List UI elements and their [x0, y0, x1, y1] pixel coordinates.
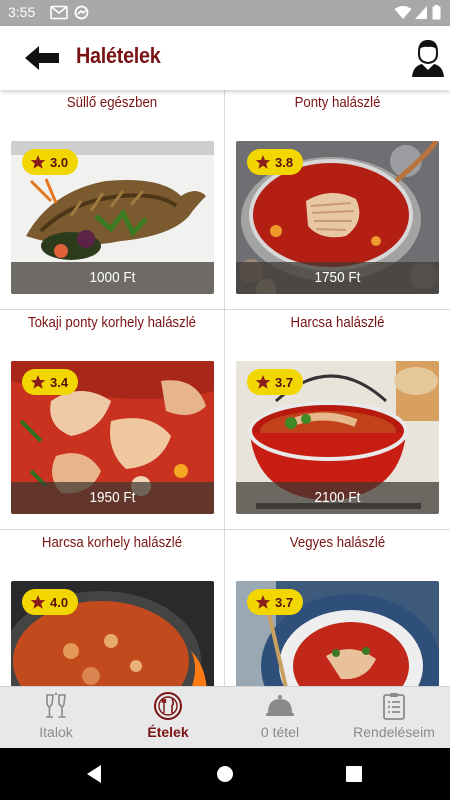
back-triangle-icon[interactable]: [83, 762, 107, 786]
recents-square-icon[interactable]: [342, 762, 366, 786]
dish-name: Vegyes halászlé: [289, 534, 386, 551]
rating-value: 3.7: [275, 594, 294, 610]
price-label: 2100 Ft: [236, 482, 439, 514]
wifi-icon: [394, 6, 412, 19]
dish-photo: 3.7: [236, 581, 439, 686]
dish-card[interactable]: Süllő egészben 3.0 1000 Ft: [0, 90, 225, 310]
dish-name: Harcsa korhely halászlé: [41, 534, 183, 551]
rating-value: 3.4: [50, 374, 69, 390]
status-bar: 3:55: [0, 0, 450, 26]
system-navigation-bar: [0, 748, 450, 800]
gmail-icon: [50, 5, 68, 20]
nav-label: Ételek: [147, 724, 189, 740]
dish-photo: 3.8 1750 Ft: [236, 141, 439, 294]
price-text: 1000 Ft: [89, 269, 136, 286]
dish-photo: 3.0 1000 Ft: [11, 141, 214, 294]
dish-card[interactable]: Harcsa korhely halászlé 4.0: [0, 530, 225, 686]
rating-value: 3.0: [50, 154, 69, 170]
home-circle-icon[interactable]: [213, 762, 237, 786]
nav-item-etelek[interactable]: Ételek: [112, 687, 224, 749]
dish-name: Ponty halászlé: [294, 94, 381, 111]
signal-icon: [415, 6, 427, 19]
page-title: Halételek: [76, 43, 161, 68]
price-label: 1750 Ft: [236, 262, 439, 294]
dish-name: Harcsa halászlé: [290, 314, 385, 331]
rating-value: 4.0: [50, 594, 69, 610]
dish-photo: 3.4 1950 Ft: [11, 361, 214, 514]
status-time: 3:55: [8, 4, 36, 20]
price-text: 1950 Ft: [89, 489, 136, 506]
rating-badge: 3.4: [22, 369, 79, 395]
dish-card[interactable]: Vegyes halászlé 3.7: [225, 530, 450, 686]
app-bar: Halételek: [0, 26, 450, 90]
screen: 3:55 Halételek Süllő egészben 3.0 1000 F…: [0, 0, 450, 800]
back-arrow-icon[interactable]: [22, 40, 62, 76]
rating-value: 3.8: [275, 154, 294, 170]
nav-label: Rendeléseim: [353, 724, 435, 740]
nav-item-rendeleseim[interactable]: Rendeléseim: [338, 687, 450, 749]
dish-card[interactable]: Ponty halászlé 3.8 1750 Ft: [225, 90, 450, 310]
battery-icon: [432, 5, 441, 20]
star-icon: [30, 375, 46, 389]
price-label: 1950 Ft: [11, 482, 214, 514]
clipboard-list-icon: [383, 693, 405, 720]
dish-photo: 3.7 2100 Ft: [236, 361, 439, 514]
star-icon: [255, 375, 271, 389]
dish-list: Süllő egészben 3.0 1000 Ft Ponty halászl…: [0, 90, 450, 686]
star-icon: [255, 595, 271, 609]
plate-cutlery-icon: [154, 692, 182, 720]
dish-name: Süllő egészben: [66, 94, 158, 111]
bottom-navigation: Italok Ételek 0 tétel Rendeléseim: [0, 686, 450, 748]
star-icon: [255, 155, 271, 169]
star-icon: [30, 155, 46, 169]
price-text: 1750 Ft: [314, 269, 361, 286]
waiter-avatar-icon[interactable]: [410, 38, 446, 78]
dish-name: Tokaji ponty korhely halászlé: [27, 314, 197, 331]
rating-value: 3.7: [275, 374, 294, 390]
cloche-icon: [266, 695, 294, 716]
rating-badge: 4.0: [22, 589, 79, 615]
rating-badge: 3.7: [247, 589, 304, 615]
rating-badge: 3.8: [247, 149, 304, 175]
wine-glasses-icon: [46, 692, 66, 718]
nav-item-cart[interactable]: 0 tétel: [224, 687, 336, 749]
rating-badge: 3.7: [247, 369, 304, 395]
dish-photo: 4.0: [11, 581, 214, 686]
nav-label: Italok: [39, 724, 73, 740]
nav-label: 0 tétel: [260, 724, 300, 740]
star-icon: [30, 595, 46, 609]
dish-card[interactable]: Tokaji ponty korhely halászlé 3.4 1950 F…: [0, 310, 225, 530]
nav-item-italok[interactable]: Italok: [0, 687, 112, 749]
dish-card[interactable]: Harcsa halászlé 3.7 2100 Ft: [225, 310, 450, 530]
price-label: 1000 Ft: [11, 262, 214, 294]
rating-badge: 3.0: [22, 149, 79, 175]
price-text: 2100 Ft: [314, 489, 361, 506]
sync-icon: [74, 5, 89, 20]
